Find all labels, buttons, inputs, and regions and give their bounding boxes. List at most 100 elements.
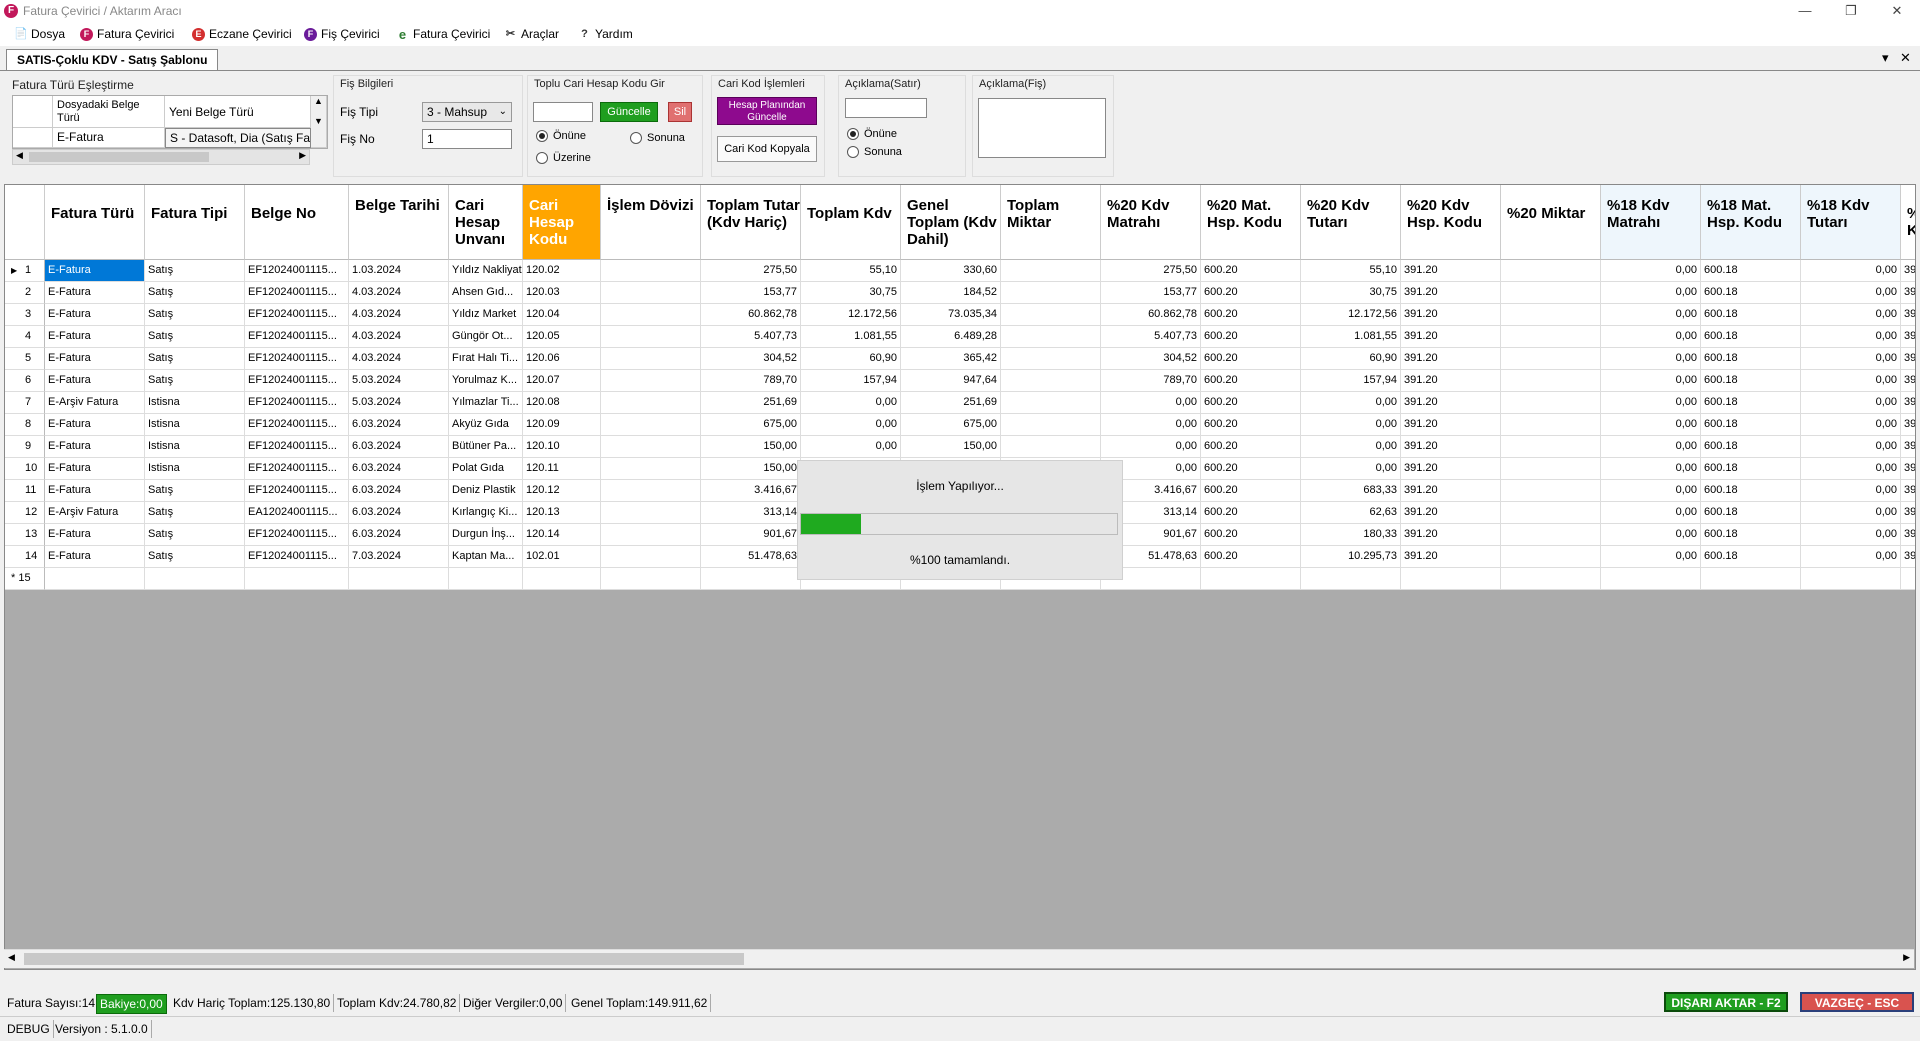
table-cell[interactable]: 600.20	[1201, 458, 1301, 480]
tab-close-icon[interactable]: ✕	[1900, 50, 1911, 66]
cancel-button[interactable]: VAZGEÇ - ESC	[1800, 992, 1914, 1012]
table-cell[interactable]: 120.14	[523, 524, 601, 546]
menu-item-0[interactable]: 📄 Dosya	[14, 25, 65, 43]
table-cell[interactable]: 391.20	[1401, 348, 1501, 370]
table-cell[interactable]: 120.12	[523, 480, 601, 502]
column-header-14[interactable]: %20 Kdv Hsp. Kodu	[1401, 185, 1501, 260]
table-cell[interactable]: 600.20	[1201, 348, 1301, 370]
table-cell[interactable]: 0,00	[1801, 260, 1901, 282]
table-cell[interactable]	[1501, 436, 1601, 458]
table-cell[interactable]: 0,00	[1601, 524, 1701, 546]
table-cell[interactable]: E-Fatura	[45, 414, 145, 436]
table-cell[interactable]: 0,00	[1601, 546, 1701, 568]
table-cell[interactable]	[1501, 568, 1601, 590]
table-cell[interactable]	[601, 304, 701, 326]
menu-item-5[interactable]: ✂ Araçlar	[504, 25, 559, 43]
column-header-2[interactable]: Belge No	[245, 185, 349, 260]
table-cell[interactable]: Akyüz Gıda	[449, 414, 523, 436]
table-cell[interactable]: 0,00	[1601, 282, 1701, 304]
column-header-4[interactable]: Cari Hesap Unvanı	[449, 185, 523, 260]
table-cell[interactable]: 0,00	[1101, 414, 1201, 436]
table-cell[interactable]: 0,00	[1801, 480, 1901, 502]
column-header-7[interactable]: Toplam Tutar (Kdv Hariç)	[701, 185, 801, 260]
table-cell[interactable]: 0,00	[1301, 458, 1401, 480]
table-cell[interactable]: Güngör Ot...	[449, 326, 523, 348]
restore-button[interactable]: ❐	[1828, 0, 1874, 22]
hesap-plani-update-button[interactable]: Hesap Planından Güncelle	[717, 97, 817, 125]
mapping-target-select[interactable]: S - Datasoft, Dia (Satış Fat	[165, 128, 311, 148]
table-cell[interactable]: 5.03.2024	[349, 392, 449, 414]
table-cell[interactable]	[1501, 502, 1601, 524]
table-cell[interactable]	[1501, 458, 1601, 480]
mapping-table[interactable]: Dosyadaki Belge Türü Yeni Belge Türü ▲ ▼ …	[12, 95, 328, 149]
table-cell[interactable]: Kaptan Ma...	[449, 546, 523, 568]
table-cell[interactable]: 150,00	[701, 458, 801, 480]
table-cell[interactable]	[1901, 568, 1915, 590]
table-cell[interactable]	[349, 568, 449, 590]
table-cell[interactable]: 600.20	[1201, 304, 1301, 326]
table-row[interactable]: 2 E-Fatura Satış EF12024001115... 4.03.2024 A…	[5, 282, 1915, 304]
table-cell[interactable]	[601, 348, 701, 370]
table-cell[interactable]: 391.20	[1401, 524, 1501, 546]
table-cell[interactable]: 600.18	[1701, 304, 1801, 326]
table-cell[interactable]: 39	[1901, 436, 1915, 458]
table-cell[interactable]: 6.03.2024	[349, 502, 449, 524]
table-cell[interactable]: 39	[1901, 392, 1915, 414]
table-cell[interactable]: EF12024001115...	[245, 260, 349, 282]
table-cell[interactable]	[1501, 546, 1601, 568]
row-header[interactable]: 9	[5, 436, 45, 458]
table-row[interactable]: 9 E-Fatura Istisna EF12024001115... 6.03.202…	[5, 436, 1915, 458]
table-cell[interactable]: 39	[1901, 502, 1915, 524]
table-cell[interactable]: 365,42	[901, 348, 1001, 370]
table-cell[interactable]	[601, 480, 701, 502]
table-cell[interactable]: 184,52	[901, 282, 1001, 304]
table-cell[interactable]: 0,00	[1801, 414, 1901, 436]
table-cell[interactable]: 600.18	[1701, 260, 1801, 282]
table-cell[interactable]: 120.13	[523, 502, 601, 524]
fis-no-input[interactable]: 1	[422, 129, 512, 149]
row-header[interactable]: 12	[5, 502, 45, 524]
table-cell[interactable]: 153,77	[701, 282, 801, 304]
table-cell[interactable]: 600.20	[1201, 392, 1301, 414]
row-header[interactable]: 10	[5, 458, 45, 480]
table-cell[interactable]: Satış	[145, 304, 245, 326]
mapping-source-cell[interactable]: E-Fatura	[53, 128, 165, 148]
table-cell[interactable]: EF12024001115...	[245, 480, 349, 502]
table-cell[interactable]: E-Fatura	[45, 326, 145, 348]
table-cell[interactable]: E-Fatura	[45, 546, 145, 568]
table-cell[interactable]: 102.01	[523, 546, 601, 568]
table-cell[interactable]: 251,69	[901, 392, 1001, 414]
table-cell[interactable]: Satış	[145, 524, 245, 546]
table-cell[interactable]: 5.407,73	[701, 326, 801, 348]
table-cell[interactable]: 947,64	[901, 370, 1001, 392]
table-cell[interactable]: 39	[1901, 546, 1915, 568]
table-cell[interactable]: 55,10	[1301, 260, 1401, 282]
table-cell[interactable]: 391.20	[1401, 414, 1501, 436]
table-cell[interactable]	[1501, 260, 1601, 282]
table-cell[interactable]: Yorulmaz K...	[449, 370, 523, 392]
table-cell[interactable]: EF12024001115...	[245, 414, 349, 436]
table-cell[interactable]	[1701, 568, 1801, 590]
table-cell[interactable]: Ahsen Gıd...	[449, 282, 523, 304]
table-cell[interactable]: 391.20	[1401, 436, 1501, 458]
table-cell[interactable]: Yılmazlar Ti...	[449, 392, 523, 414]
table-cell[interactable]: 39	[1901, 524, 1915, 546]
toplu-code-input[interactable]	[533, 102, 593, 122]
table-cell[interactable]: Satış	[145, 260, 245, 282]
table-row[interactable]: 8 E-Fatura Istisna EF12024001115... 6.03.202…	[5, 414, 1915, 436]
table-cell[interactable]: EF12024001115...	[245, 546, 349, 568]
minimize-button[interactable]: —	[1782, 0, 1828, 22]
row-header[interactable]: 4	[5, 326, 45, 348]
table-cell[interactable]: 62,63	[1301, 502, 1401, 524]
table-cell[interactable]: Istisna	[145, 392, 245, 414]
table-cell[interactable]: Istisna	[145, 458, 245, 480]
table-cell[interactable]: 39	[1901, 326, 1915, 348]
table-cell[interactable]: 12.172,56	[1301, 304, 1401, 326]
table-cell[interactable]: 120.04	[523, 304, 601, 326]
table-cell[interactable]: 0,00	[1801, 502, 1901, 524]
table-cell[interactable]: 0,00	[1101, 436, 1201, 458]
table-cell[interactable]	[601, 436, 701, 458]
scroll-left-icon[interactable]: ◀	[16, 150, 23, 161]
table-cell[interactable]: E-Fatura	[45, 260, 145, 282]
table-cell[interactable]: 0,00	[1601, 414, 1701, 436]
